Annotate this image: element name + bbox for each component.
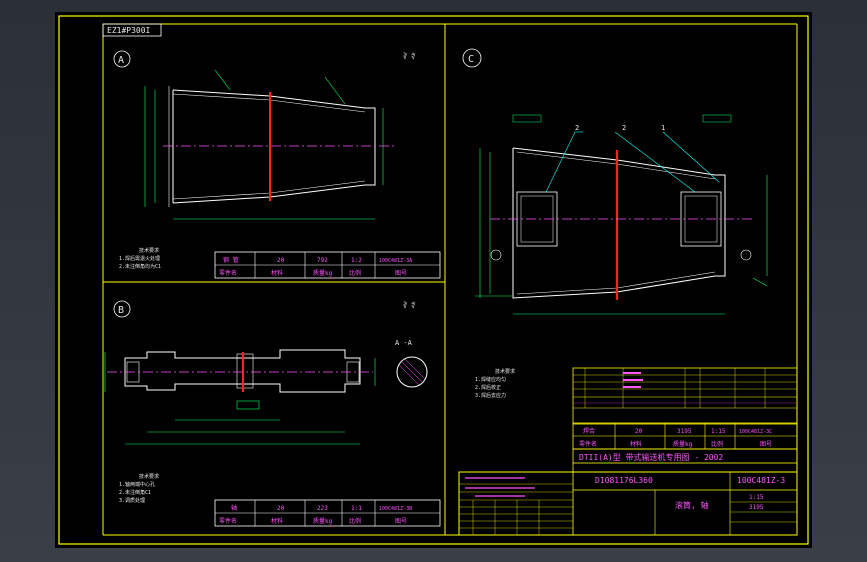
view-b-note-1: 1.轴两端中心孔	[119, 481, 155, 488]
table-a-r2c5: 图号	[395, 270, 407, 277]
view-c-label: C	[468, 54, 474, 65]
table-c-r1c4: 1:15	[711, 428, 726, 435]
view-a-label: A	[118, 55, 124, 66]
table-c-r1c5: 100C481Z-3C	[739, 429, 772, 435]
title-mass: 3195	[749, 504, 764, 511]
view-b-note-3: 3.调质处理	[119, 497, 145, 504]
table-a-r2c2: 材料	[271, 269, 283, 277]
table-c-r2c4: 比例	[711, 440, 723, 448]
tube-outline	[172, 89, 376, 204]
project-title: DTII(A)型 带式输送机专用图 - 2002	[579, 452, 723, 462]
sheet-frame	[58, 15, 809, 545]
table-c-r2c5: 图号	[760, 441, 772, 448]
svg-text:2: 2	[575, 124, 579, 132]
table-b-r1c1: 轴	[231, 504, 237, 512]
svg-text:2: 2	[622, 124, 626, 132]
drawing-number: 100C481Z-3	[737, 476, 785, 485]
table-b-r2c1: 零件名	[219, 517, 237, 525]
view-c-note-2: 2.焊后校正	[475, 384, 501, 391]
table-c-r1c1: 焊合	[583, 427, 595, 435]
drawing-code: EZ1#P300I	[107, 26, 151, 35]
title-block: D1081176L360 100C481Z-3 滚筒, 轴 1:15 3195	[458, 463, 798, 536]
view-a-note-0: 技术要求	[139, 247, 159, 254]
title-scale: 1:15	[749, 494, 764, 501]
part-name: 滚筒, 轴	[675, 500, 709, 510]
view-c-note-1: 1.焊缝应均匀	[475, 376, 506, 383]
table-a-r2c3: 质量kg	[313, 269, 333, 277]
table-c-r2c2: 材料	[630, 440, 642, 448]
view-c-note-3: 3.焊后去应力	[475, 392, 506, 399]
view-b-note-2: 2.未注倒角C1	[119, 489, 151, 496]
table-a-r1c1: 钢 管	[223, 256, 239, 264]
table-b-r2c2: 材料	[271, 517, 283, 525]
table-c-r1c3: 3195	[677, 428, 692, 435]
table-a-r2c1: 零件名	[219, 269, 237, 277]
table-c-r2c3: 质量kg	[673, 440, 693, 448]
view-b: B ∛ ∜ A -A 技术要求 1.轴两端中心孔 2.未注倒角C1 3.调质处理	[104, 300, 441, 527]
section-label: A -A	[395, 339, 413, 347]
table-b-r2c4: 比例	[349, 517, 361, 525]
table-b-r1c3: 223	[317, 505, 328, 512]
spec-code: D1081176L360	[595, 476, 653, 485]
table-a-r1c5: 100C481Z-3A	[379, 258, 412, 264]
table-a-r1c2: 20	[277, 257, 285, 264]
table-c-r2c1: 零件名	[579, 440, 597, 448]
view-a-note-1: 1.焊后需退火处理	[119, 255, 160, 262]
view-a-roughness: ∛ ∜	[403, 52, 416, 61]
view-b-note-0: 技术要求	[139, 473, 159, 480]
view-b-roughness: ∛ ∜	[403, 301, 416, 310]
drawing-sheet: EZ1#P300I A ∛ ∜ 技术要求 1.焊后需退火处理 2.未注倒角均为C…	[58, 15, 809, 545]
view-a: A ∛ ∜ 技术要求 1.焊后需退火处理 2.未注倒角均为C1 钢 管 20 7…	[113, 50, 441, 279]
table-b-r1c4: 1:1	[351, 505, 362, 512]
table-a-r2c4: 比例	[349, 269, 361, 277]
table-b-r1c5: 100C481Z-3B	[379, 506, 412, 512]
cad-viewport[interactable]: EZ1#P300I A ∛ ∜ 技术要求 1.焊后需退火处理 2.未注倒角均为C…	[55, 12, 812, 548]
view-c-note-0: 技术要求	[495, 368, 515, 375]
table-b-r2c5: 图号	[395, 518, 407, 525]
table-a-r1c3: 792	[317, 257, 328, 264]
table-a-r1c4: 1:2	[351, 257, 362, 264]
table-b-r1c2: 20	[277, 505, 285, 512]
view-c: C 2 2 1 技术要求 1.焊缝应均匀 2.焊后校正 3.焊后去应力 焊合 2…	[462, 48, 798, 464]
view-a-note-2: 2.未注倒角均为C1	[119, 263, 161, 270]
table-b-r2c3: 质量kg	[313, 517, 333, 525]
svg-text:1: 1	[661, 124, 665, 132]
view-b-label: B	[118, 305, 124, 316]
table-c-r1c2: 20	[635, 428, 643, 435]
